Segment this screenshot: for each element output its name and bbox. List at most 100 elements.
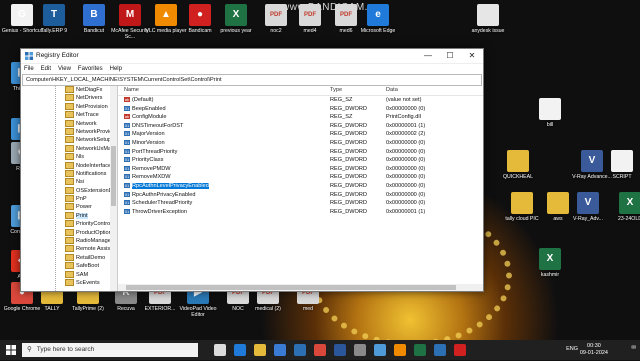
folder-icon <box>65 94 74 102</box>
vlc-icon[interactable] <box>394 344 406 356</box>
excel-icon[interactable] <box>414 344 426 356</box>
value-row[interactable]: 01 MinorVersion REG_DWORD 0x00000000 (0) <box>118 139 483 148</box>
desktop-icon[interactable]: X 23-24OLD <box>608 192 640 222</box>
file-explorer-icon[interactable] <box>254 344 266 356</box>
value-data: 0x00000000 (0) <box>386 200 426 207</box>
value-data: 0x00000000 (0) <box>386 139 426 146</box>
desktop-icon-label: bill <box>546 122 554 128</box>
tree-item-label: SafeBoot <box>76 263 100 270</box>
tree-item[interactable]: Remote Assist <box>21 245 117 253</box>
minimize-button[interactable]: — <box>417 49 439 63</box>
notification-icon[interactable]: ✉ <box>631 345 636 361</box>
value-row[interactable]: 01 SchedulerThreadPriority REG_DWORD 0x0000… <box>118 199 483 208</box>
desktop-icon[interactable]: QUICKHEAL <box>496 150 540 180</box>
folder-icon <box>65 203 74 211</box>
folder-icon <box>65 195 74 203</box>
desktop-icon[interactable]: T Tally.ERP 9 <box>32 4 76 34</box>
language-indicator[interactable]: ENG <box>566 346 578 352</box>
tree-item[interactable]: NodeInterface <box>21 161 117 170</box>
value-name: DNSTimeoutForDST <box>132 122 184 129</box>
value-row[interactable]: 01 RemoveMXDW REG_DWORD 0x00000000 (0) <box>118 173 483 182</box>
menu-edit[interactable]: Edit <box>41 64 51 74</box>
value-row[interactable]: 01 ThrowDriverException REG_DWORD 0x0000000… <box>118 208 483 217</box>
value-name: RpcAuthnPrivacyEnabled <box>132 191 196 198</box>
search-placeholder: Type here to search <box>36 346 95 353</box>
tree-item[interactable]: NetworkSetup <box>21 136 117 144</box>
desktop-icon[interactable]: Xprevious year <box>214 4 258 34</box>
task-view-icon[interactable] <box>214 344 226 356</box>
close-button[interactable]: ✕ <box>461 49 483 63</box>
desktop-icon[interactable]: e Microsoft Edge <box>356 4 400 34</box>
tree-item[interactable]: NetTrace <box>21 111 117 119</box>
menu-help[interactable]: Help <box>110 64 122 74</box>
tree-item[interactable]: SafeBoot <box>21 262 117 270</box>
tree-item[interactable]: Notifications <box>21 169 117 178</box>
tree-item[interactable]: NetworkUxMa <box>21 144 117 153</box>
photos-icon[interactable] <box>374 344 386 356</box>
value-row[interactable]: 01 BeepEnabled REG_DWORD 0x00000000 (0) <box>118 105 483 114</box>
column-type[interactable]: Type <box>324 86 380 95</box>
tree-item[interactable]: Power <box>21 203 117 211</box>
address-bar[interactable]: Computer\HKEY_LOCAL_MACHINE\SYSTEM\Curre… <box>22 74 482 86</box>
tree-scroll-thumb[interactable] <box>111 146 116 206</box>
edge-icon[interactable] <box>234 344 246 356</box>
list-horizontal-scrollbar[interactable] <box>118 284 483 291</box>
desktop-icon[interactable]: bill <box>528 98 572 128</box>
desktop-icon-label: Tally.ERP 9 <box>40 28 68 34</box>
mail-icon[interactable] <box>294 344 306 356</box>
regedit-icon[interactable] <box>434 344 446 356</box>
tree-item[interactable]: OSExtensionD <box>21 186 117 195</box>
settings-icon[interactable] <box>354 344 366 356</box>
tree-item[interactable]: SAM <box>21 270 117 279</box>
tree-item[interactable]: RetailDemo <box>21 253 117 262</box>
value-row[interactable]: 01 RpcAuthnLevelPrivacyEnabled REG_DWORD 0x… <box>118 181 483 191</box>
tree-item[interactable]: RadioManager <box>21 237 117 245</box>
desktop-icon[interactable]: SCRIPT <box>600 150 640 180</box>
tree-item-label: NetProvision <box>76 103 108 110</box>
tree-item[interactable]: NetProvision <box>21 102 117 111</box>
word-icon[interactable] <box>334 344 346 356</box>
menu-favorites[interactable]: Favorites <box>78 64 103 74</box>
title-bar[interactable]: Registry Editor — ☐ ✕ <box>21 49 483 64</box>
tree-item[interactable]: PnP <box>21 195 117 203</box>
value-row[interactable]: 01 RpcAuthnPrivacyEnabled REG_DWORD 0x00000… <box>118 191 483 200</box>
tree-scrollbar[interactable] <box>110 86 117 291</box>
tree-item[interactable]: Nls <box>21 153 117 161</box>
tree-item[interactable]: ProductOptior <box>21 228 117 237</box>
maximize-button[interactable]: ☐ <box>439 49 461 63</box>
bandicam-icon[interactable] <box>454 344 466 356</box>
desktop-icon[interactable]: anydesk issue <box>466 4 510 34</box>
column-data[interactable]: Data <box>380 86 476 95</box>
tree-item[interactable]: NetworkProvic <box>21 127 117 136</box>
desktop-icon[interactable]: V V-Ray_Adv... <box>566 192 610 222</box>
tree-item[interactable]: NetDiagFx <box>21 86 117 94</box>
tree-item[interactable]: Print <box>21 211 117 220</box>
value-row[interactable]: 01 PortThreadPriority REG_DWORD 0x00000000 … <box>118 148 483 157</box>
value-row[interactable]: 01 MajorVersion REG_DWORD 0x00000002 (2) <box>118 130 483 139</box>
menu-file[interactable]: File <box>24 64 34 74</box>
tree-item[interactable]: PriorityContro <box>21 220 117 228</box>
value-row[interactable]: 01 RemovePMDW REG_DWORD 0x00000000 (0) <box>118 165 483 174</box>
tally-icon: T <box>43 4 65 26</box>
column-name[interactable]: Name <box>118 86 324 95</box>
value-row[interactable]: 01 PriorityClass REG_DWORD 0x00000000 (0) <box>118 156 483 165</box>
windows-start-icon[interactable] <box>6 345 16 355</box>
taskbar: ⚲ Type here to search ENG 00:30 09-01-202… <box>0 340 640 360</box>
clock[interactable]: 00:30 09-01-2024 <box>580 343 608 357</box>
tree-item[interactable]: Nsi <box>21 178 117 186</box>
tree-item[interactable]: Network <box>21 119 117 128</box>
taskbar-search-box[interactable]: ⚲ Type here to search <box>22 343 198 357</box>
value-row[interactable]: ab ConfigModule REG_SZ PrintConfig.dll <box>118 113 483 122</box>
menu-view[interactable]: View <box>58 64 71 74</box>
value-row[interactable]: ab (Default) REG_SZ (value not set) <box>118 96 483 105</box>
chrome-icon[interactable] <box>314 344 326 356</box>
list-scroll-thumb[interactable] <box>126 285 456 290</box>
tree-item[interactable]: ScEvents <box>21 279 117 287</box>
desktop-icon[interactable]: Xkashmir <box>528 248 572 278</box>
store-icon[interactable] <box>274 344 286 356</box>
tree-item[interactable]: NetDrivers <box>21 94 117 102</box>
folder-icon <box>65 178 74 186</box>
pdf-icon: PDF <box>299 4 321 26</box>
bandicut-icon: B <box>83 4 105 26</box>
value-row[interactable]: 01 DNSTimeoutForDST REG_DWORD 0x00000001 (1… <box>118 122 483 131</box>
